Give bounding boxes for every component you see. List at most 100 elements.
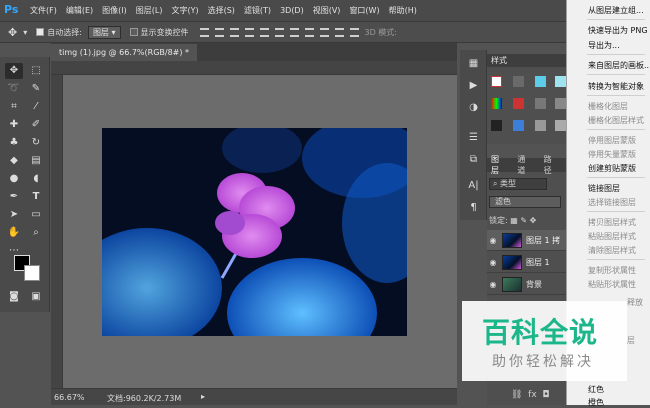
lock-brush-icon[interactable]: ✎ — [520, 216, 527, 225]
layer-name[interactable]: 图层 1 — [526, 257, 550, 268]
menu-item-rasterize-layer[interactable]: 栅格化图层 — [588, 101, 628, 112]
style-swatch[interactable] — [535, 98, 546, 109]
link-layers-icon[interactable]: ⛓ — [511, 390, 522, 400]
style-swatch[interactable] — [535, 120, 546, 131]
layer-name[interactable]: 背景 — [526, 279, 542, 290]
menu-item-select-linked-layers[interactable]: 选择链接图层 — [588, 197, 636, 208]
blur-tool-icon[interactable]: ● — [5, 171, 23, 187]
auto-select-checkbox[interactable] — [36, 28, 45, 36]
tab-channels[interactable]: 通道 — [513, 154, 529, 176]
menu-item-export-as[interactable]: 导出为... — [588, 40, 620, 51]
menu-item-disable-layer-mask[interactable]: 停用图层蒙版 — [588, 135, 636, 146]
history-icon[interactable]: ▦ — [467, 58, 480, 71]
lock-pixels-icon[interactable]: ▦ — [510, 216, 518, 225]
align-top-icon[interactable] — [199, 27, 209, 37]
gradient-tool-icon[interactable]: ▤ — [27, 153, 45, 169]
menu-item-artboard-from-layers[interactable]: 来自图层的画板... — [588, 60, 650, 71]
styles-panel-title[interactable]: 样式 — [487, 54, 566, 67]
play-actions-icon[interactable]: ▶ — [467, 80, 480, 93]
background-color-swatch[interactable] — [24, 265, 40, 281]
show-transform-checkbox[interactable] — [129, 28, 138, 36]
distribute-bottom-icon[interactable] — [319, 27, 329, 37]
tab-layers[interactable]: 图层 — [487, 154, 503, 176]
visibility-eye-icon[interactable]: ◉ — [487, 236, 499, 245]
move-tool-icon[interactable]: ✥ — [8, 26, 17, 39]
menu-edit[interactable]: 编辑(E) — [66, 5, 93, 16]
visibility-eye-icon[interactable]: ◉ — [487, 258, 499, 267]
align-bottom-icon[interactable] — [229, 27, 239, 37]
menu-item-paste-layer-style[interactable]: 粘贴图层样式 — [588, 231, 636, 242]
layer-name[interactable]: 图层 1 拷 — [526, 235, 560, 246]
paragraph-icon[interactable]: ¶ — [467, 202, 480, 215]
layer-filter[interactable]: ⌕ 类型 — [489, 178, 547, 190]
menu-filter[interactable]: 滤镜(T) — [244, 5, 271, 16]
menu-item-release[interactable]: 释放 — [627, 297, 643, 308]
document-image[interactable] — [102, 128, 407, 336]
menu-item-copy-layer-style[interactable]: 拷贝图层样式 — [588, 217, 636, 228]
document-tab[interactable]: timg (1).jpg @ 66.7%(RGB/8#) * — [51, 44, 198, 61]
chevron-right-icon[interactable]: ▸ — [201, 392, 205, 401]
menu-item-paste-shape-attributes[interactable]: 粘贴形状属性 — [588, 279, 636, 290]
character-icon[interactable]: A| — [467, 180, 480, 193]
menu-select[interactable]: 选择(S) — [208, 5, 235, 16]
quick-mask-icon[interactable]: ◙ — [5, 289, 23, 305]
menu-item-disable-vector-mask[interactable]: 停用矢量蒙版 — [588, 149, 636, 160]
style-swatch[interactable] — [491, 98, 502, 109]
menu-item-clear-layer-style[interactable]: 清除图层样式 — [588, 245, 636, 256]
distribute-left-icon[interactable] — [334, 27, 344, 37]
menu-item-group-from-layers[interactable]: 从图层建立组... — [588, 5, 644, 16]
visibility-eye-icon[interactable]: ◉ — [487, 280, 499, 289]
move-tool-icon[interactable]: ✥ — [5, 63, 23, 79]
menu-image[interactable]: 图像(I) — [102, 5, 127, 16]
distribute-center-icon[interactable] — [304, 27, 314, 37]
type-tool-icon[interactable]: T — [27, 189, 45, 205]
style-swatch[interactable] — [513, 98, 524, 109]
tab-paths[interactable]: 路径 — [540, 154, 556, 176]
style-swatch[interactable] — [555, 98, 566, 109]
menu-help[interactable]: 帮助(H) — [389, 5, 417, 16]
style-swatch[interactable] — [555, 120, 566, 131]
menu-3d[interactable]: 3D(D) — [280, 6, 304, 15]
layer-row[interactable]: ◉ 背景 — [487, 274, 566, 295]
history-brush-tool-icon[interactable]: ↻ — [27, 135, 45, 151]
hand-tool-icon[interactable]: ✋ — [5, 225, 23, 241]
zoom-tool-icon[interactable]: ⌕ — [27, 225, 45, 241]
dodge-tool-icon[interactable]: ◖ — [27, 171, 45, 187]
style-none-swatch[interactable] — [491, 76, 502, 87]
style-swatch[interactable] — [535, 76, 546, 87]
zoom-level[interactable]: 66.67% — [54, 393, 85, 402]
align-right-icon[interactable] — [274, 27, 284, 37]
menu-item-rasterize-layer-style[interactable]: 栅格化图层样式 — [588, 115, 644, 126]
align-hcenter-icon[interactable] — [259, 27, 269, 37]
distribute-top-icon[interactable] — [289, 27, 299, 37]
rectangle-tool-icon[interactable]: ▭ — [27, 207, 45, 223]
layer-row[interactable]: ◉ 图层 1 — [487, 252, 566, 273]
menu-item-convert-smart-object[interactable]: 转换为智能对象 — [588, 81, 644, 92]
eraser-tool-icon[interactable]: ◆ — [5, 153, 23, 169]
path-select-tool-icon[interactable]: ➤ — [5, 207, 23, 223]
marquee-tool-icon[interactable]: ⬚ — [27, 63, 45, 79]
menu-view[interactable]: 视图(V) — [313, 5, 341, 16]
crop-tool-icon[interactable]: ⌗ — [5, 99, 23, 115]
clone-source-icon[interactable]: ⧉ — [467, 154, 480, 167]
style-swatch[interactable] — [513, 76, 524, 87]
blend-mode-dropdown[interactable]: 滤色 — [489, 196, 561, 208]
menu-layer[interactable]: 图层(L) — [136, 5, 163, 16]
chevron-down-icon[interactable]: ▾ — [23, 28, 27, 37]
screen-mode-icon[interactable]: ▣ — [27, 289, 45, 305]
lasso-tool-icon[interactable]: ➰ — [5, 81, 23, 97]
align-vcenter-icon[interactable] — [214, 27, 224, 37]
menu-item-orange[interactable]: 橙色 — [588, 397, 604, 408]
distribute-right-icon[interactable] — [349, 27, 359, 37]
style-swatch[interactable] — [491, 120, 502, 131]
style-swatch[interactable] — [555, 76, 566, 87]
menu-item-quick-export-png[interactable]: 快速导出为 PNG — [588, 25, 648, 36]
align-left-icon[interactable] — [244, 27, 254, 37]
brush-tool-icon[interactable]: ✐ — [27, 117, 45, 133]
style-swatch[interactable] — [513, 120, 524, 131]
menu-type[interactable]: 文字(Y) — [171, 5, 198, 16]
stamp-tool-icon[interactable]: ♣ — [5, 135, 23, 151]
quick-select-tool-icon[interactable]: ✎ — [27, 81, 45, 97]
menu-window[interactable]: 窗口(W) — [349, 5, 379, 16]
eyedropper-tool-icon[interactable]: ⁄ — [27, 99, 45, 115]
